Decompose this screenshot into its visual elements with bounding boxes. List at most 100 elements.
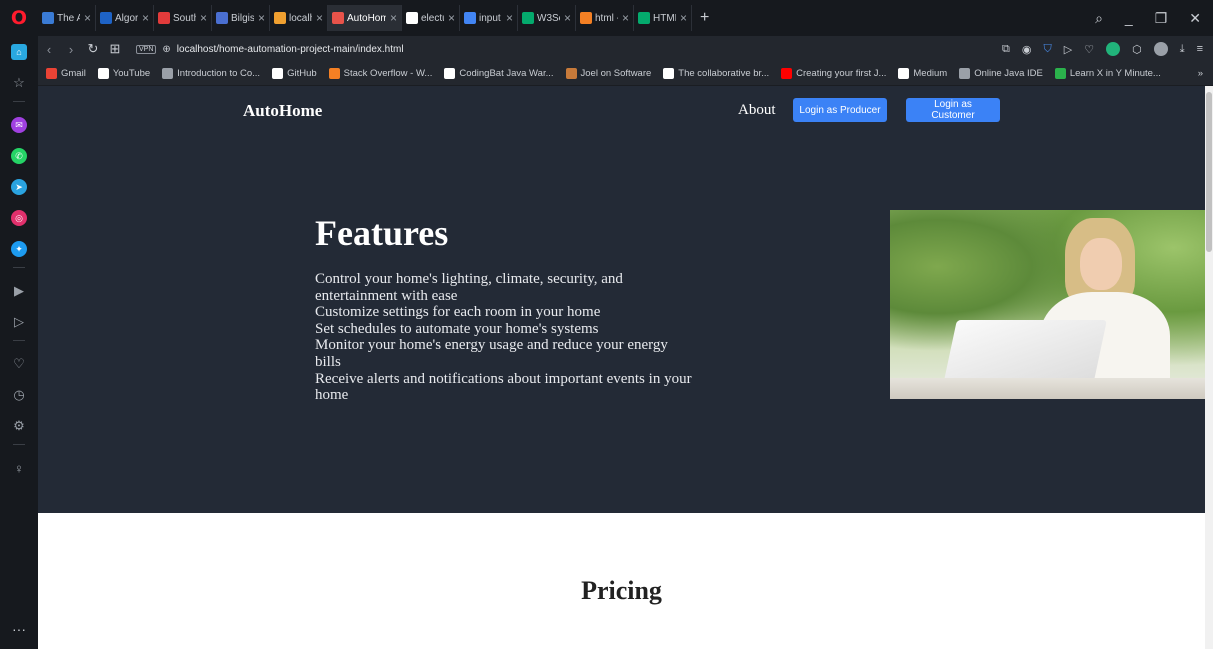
url-input[interactable]: localhost/home-automation-project-main/i… [177, 44, 404, 55]
bookmark-item[interactable]: The collaborative br... [663, 68, 769, 79]
bookmark-item[interactable]: Online Java IDE [959, 68, 1043, 79]
tab-close-icon[interactable]: × [200, 11, 207, 25]
browser-tab[interactable]: The Algorit × [38, 5, 96, 31]
page-scrollbar[interactable] [1205, 86, 1213, 649]
extension-icon[interactable] [1106, 42, 1121, 56]
tab-close-icon[interactable]: × [680, 11, 687, 25]
scrollbar-thumb[interactable] [1206, 92, 1212, 252]
tab-close-icon[interactable]: × [564, 11, 571, 25]
bookmark-favicon-icon [781, 68, 793, 79]
whatsapp-icon[interactable]: ✆ [11, 148, 27, 164]
vpn-badge[interactable]: VPN [136, 44, 157, 54]
feature-item: Customize settings for each room in your… [315, 304, 601, 321]
download-icon[interactable]: ⤓ [1180, 43, 1185, 56]
shield-icon[interactable]: ⛉ [1044, 43, 1052, 56]
opera-logo-icon[interactable]: O [0, 0, 38, 36]
messenger-icon[interactable]: ✉ [11, 117, 27, 133]
bookmark-item[interactable]: Learn X in Y Minute... [1054, 68, 1161, 79]
bookmark-item[interactable]: GitHub [272, 68, 317, 79]
sidebar-separator [13, 267, 25, 268]
tab-grid-icon[interactable]: ⊞ [104, 41, 126, 57]
bookmark-favicon-icon [97, 68, 109, 79]
instagram-icon[interactable]: ◎ [11, 210, 27, 226]
sidebar-separator [13, 444, 25, 445]
easy-setup-icon[interactable]: ≡ [1197, 43, 1203, 55]
feature-item: Set schedules to automate your home's sy… [315, 320, 599, 337]
bookmark-favicon-icon [898, 68, 910, 79]
photo-laptop [943, 320, 1107, 385]
tab-title: South Park [173, 12, 196, 24]
bookmark-favicon-icon [162, 68, 174, 79]
camera-icon[interactable]: ◉ [1022, 43, 1032, 56]
bookmark-item[interactable]: Creating your first J... [781, 68, 886, 79]
bookmark-label: GitHub [287, 68, 317, 79]
twitter-icon[interactable]: ✦ [11, 241, 27, 257]
bookmark-label: Gmail [61, 68, 86, 79]
bookmark-favicon-icon [46, 68, 57, 79]
browser-tab[interactable]: W3Schools × [518, 5, 576, 31]
bookmarks-bar: Gmail YouTube Introduction to Co... GitHub S… [38, 62, 1213, 86]
reload-icon[interactable]: ↻ [82, 41, 104, 57]
bookmark-label: Creating your first J... [796, 68, 887, 79]
about-link[interactable]: About [738, 102, 776, 119]
avatar[interactable] [1153, 42, 1168, 56]
tab-favicon-icon [216, 12, 228, 24]
cube-icon[interactable]: ⬡ [1132, 43, 1142, 56]
player-icon[interactable]: ▶ [11, 283, 27, 299]
sidebar-more-button[interactable]: ··· [12, 621, 26, 637]
flow-icon[interactable]: ▷ [11, 314, 27, 330]
browser-tab[interactable]: South Park × [154, 5, 212, 31]
browser-tab[interactable]: input type × [460, 5, 518, 31]
restore-icon[interactable]: ❐ [1155, 10, 1168, 27]
tab-close-icon[interactable]: × [258, 11, 265, 25]
bookmark-item[interactable]: Gmail [46, 68, 86, 79]
tab-close-icon[interactable]: × [84, 11, 91, 25]
heart-bookmark-icon[interactable]: ♡ [1084, 43, 1094, 56]
tab-close-icon[interactable]: × [142, 11, 149, 25]
site-brand[interactable]: AutoHome [243, 101, 322, 121]
bookmark-item[interactable]: Introduction to Co... [162, 68, 260, 79]
bookmark-item[interactable]: YouTube [97, 68, 150, 79]
bookmarks-more-button[interactable]: » [1198, 68, 1213, 79]
forward-icon[interactable]: › [60, 42, 82, 57]
browser-tab[interactable]: Bilgisayar M × [212, 5, 270, 31]
telegram-icon[interactable]: ➤ [11, 179, 27, 195]
browser-tab[interactable]: AutoHome × [328, 5, 402, 31]
heart-icon[interactable]: ♡ [11, 356, 27, 372]
tab-close-icon[interactable]: × [448, 11, 455, 25]
login-producer-button[interactable]: Login as Producer [793, 98, 887, 122]
home-icon[interactable]: ⌂ [11, 44, 27, 60]
tab-close-icon[interactable]: × [390, 11, 397, 25]
bookmark-item[interactable]: Medium [898, 68, 947, 79]
close-window-icon[interactable]: ✕ [1189, 10, 1201, 27]
browser-tab[interactable]: Algorithms × [96, 5, 154, 31]
browser-tab[interactable]: electus-1/h × [402, 5, 460, 31]
tab-close-icon[interactable]: × [506, 11, 513, 25]
tab-title: Algorithms [115, 12, 138, 24]
login-customer-button[interactable]: Login as Customer [906, 98, 1000, 122]
snapshot-icon[interactable]: ⧉ [1002, 43, 1010, 56]
tab-close-icon[interactable]: × [316, 11, 323, 25]
new-tab-button[interactable]: + [692, 9, 717, 27]
tab-close-icon[interactable]: × [622, 11, 629, 25]
pricing-title: Pricing [581, 576, 662, 605]
browser-tab[interactable]: localhost / × [270, 5, 328, 31]
browser-tab[interactable]: HTML a tag × [634, 5, 692, 31]
search-tabs-icon[interactable]: ⌕ [1095, 10, 1103, 27]
bookmark-item[interactable]: Joel on Software [565, 68, 651, 79]
bookmark-favicon-icon [565, 68, 577, 79]
flow-send-icon[interactable]: ▷ [1064, 43, 1072, 56]
bookmarks-container: Gmail YouTube Introduction to Co... GitHub S… [46, 68, 1173, 79]
history-icon[interactable]: ◷ [11, 387, 27, 403]
settings-icon[interactable]: ⚙ [11, 418, 27, 434]
address-bar: ‹ › ↻ ⊞ VPN ⊕ localhost/home-automation-… [38, 36, 1213, 62]
bookmark-item[interactable]: Stack Overflow - W... [328, 68, 432, 79]
bookmark-item[interactable]: CodingBat Java War... [444, 68, 554, 79]
back-icon[interactable]: ‹ [38, 42, 60, 57]
minimize-icon[interactable]: _ [1125, 10, 1133, 27]
tips-icon[interactable]: ♀ [11, 460, 27, 476]
browser-tab[interactable]: html - Allo × [576, 5, 634, 31]
speed-dial-icon[interactable]: ☆ [11, 75, 27, 91]
site-info-icon[interactable]: ⊕ [162, 44, 170, 55]
tab-favicon-icon [522, 12, 534, 24]
